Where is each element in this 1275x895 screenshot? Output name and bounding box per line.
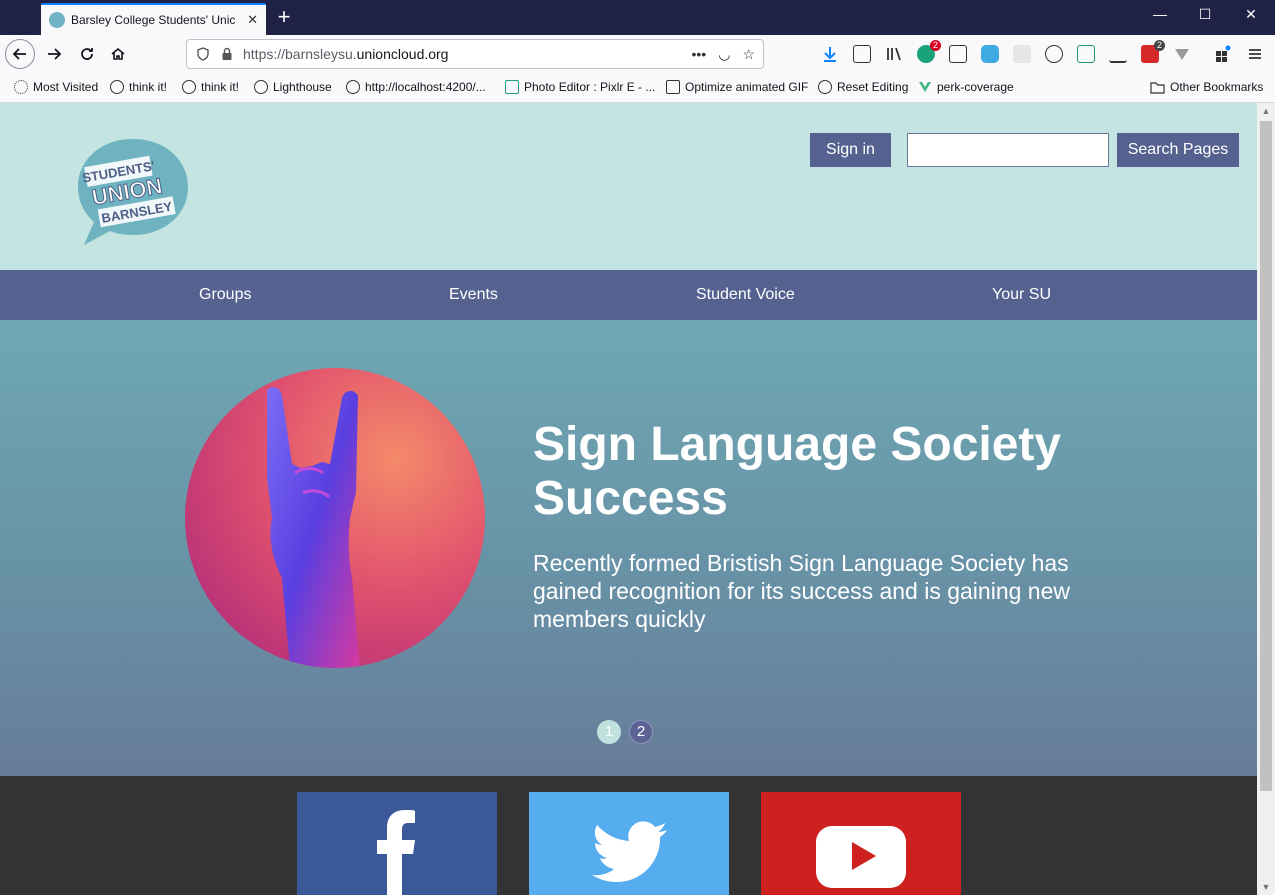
nav-item-student-voice[interactable]: Student Voice [696, 286, 795, 304]
globe-icon [818, 80, 832, 94]
gif-icon [666, 80, 680, 94]
back-button[interactable] [5, 39, 35, 69]
scroll-up-arrow-icon[interactable]: ▲ [1257, 103, 1275, 119]
page-scrollbar[interactable]: ▲ ▼ [1257, 103, 1275, 895]
tab-favicon-icon [49, 12, 65, 28]
scroll-down-arrow-icon[interactable]: ▼ [1257, 879, 1275, 895]
browser-titlebar: Barsley College Students' Unic ✕ + — ☐ ✕ [0, 0, 1275, 35]
extension-badge: 2 [929, 40, 941, 51]
library-icon[interactable] [885, 45, 903, 63]
s-extension-icon[interactable] [1077, 45, 1095, 63]
footer [0, 776, 1257, 895]
chat-extension-icon[interactable] [981, 45, 999, 63]
globe-icon [110, 80, 124, 94]
globe-icon [346, 80, 360, 94]
slide-dot-2[interactable]: 2 [629, 720, 653, 744]
gear-icon [14, 80, 28, 94]
facebook-link[interactable] [297, 792, 497, 895]
bookmark-item[interactable]: Reset Editing [818, 80, 908, 94]
url-domain: unioncloud.org [356, 46, 449, 62]
fence-extension-icon[interactable] [1109, 45, 1127, 63]
browser-toolbar: https://barnsleysu.unioncloud.org ••• ◡ … [0, 35, 1275, 73]
bookmark-star-icon[interactable]: ☆ [742, 46, 755, 63]
minimize-button[interactable]: — [1137, 6, 1183, 22]
youtube-link[interactable] [761, 792, 961, 895]
other-bookmarks[interactable]: Other Bookmarks [1150, 80, 1263, 94]
menu-icon[interactable] [1246, 45, 1264, 63]
students-union-logo[interactable]: STUDENTS' UNION BARNSLEY [74, 135, 192, 247]
bookmark-item[interactable]: Most Visited [14, 80, 98, 94]
search-pages-button[interactable]: Search Pages [1117, 133, 1239, 167]
new-tab-button[interactable]: + [272, 5, 296, 29]
bookmark-item[interactable]: http://localhost:4200/... [346, 80, 486, 94]
site-header: STUDENTS' UNION BARNSLEY Sign in Search … [0, 103, 1257, 270]
reload-button[interactable] [73, 40, 101, 68]
bookmarks-toolbar: Most Visited think it! think it! Lightho… [0, 73, 1275, 103]
tab-title: Barsley College Students' Unic [71, 13, 236, 27]
search-input[interactable] [907, 133, 1109, 167]
home-button[interactable] [104, 40, 132, 68]
reader-icon[interactable] [853, 45, 871, 63]
extensions-icon[interactable] [1214, 45, 1232, 63]
grey-extension-icon[interactable] [1013, 45, 1031, 63]
close-window-button[interactable]: ✕ [1228, 6, 1274, 23]
scroll-thumb[interactable] [1260, 121, 1272, 791]
bookmark-item[interactable]: Lighthouse [254, 80, 332, 94]
main-nav: Groups Events Student Voice Your SU [0, 270, 1257, 320]
url-prefix: https://barnsleysu. [243, 46, 357, 62]
lock-icon[interactable] [219, 46, 235, 62]
nav-item-your-su[interactable]: Your SU [992, 286, 1051, 304]
bookmark-item[interactable]: think it! [110, 80, 167, 94]
folder-icon [1150, 81, 1165, 94]
shield-icon[interactable] [195, 46, 211, 62]
browser-tab[interactable]: Barsley College Students' Unic ✕ [41, 3, 266, 35]
page-viewport: STUDENTS' UNION BARNSLEY Sign in Search … [0, 103, 1257, 895]
page-actions-icon[interactable]: ••• [692, 46, 707, 63]
url-text[interactable]: https://barnsleysu.unioncloud.org [243, 46, 692, 62]
bookmark-item[interactable]: think it! [182, 80, 239, 94]
bookmark-item[interactable]: Optimize animated GIF [666, 80, 808, 94]
twitter-link[interactable] [529, 792, 729, 895]
bookmark-item[interactable]: perk-coverage [918, 80, 1014, 94]
globe-icon [182, 80, 196, 94]
pixlr-icon [505, 80, 519, 94]
red-extension-icon[interactable]: 2 [1141, 40, 1165, 63]
hero-subtitle: Recently formed Bristish Sign Language S… [533, 550, 1070, 632]
nav-item-groups[interactable]: Groups [199, 286, 251, 304]
hero-slider: Sign Language Society Success Recently f… [0, 320, 1257, 776]
v-extension-icon[interactable] [1173, 45, 1191, 63]
face-extension-icon[interactable] [1045, 45, 1063, 63]
rock-hand-icon [267, 387, 360, 668]
address-bar[interactable]: https://barnsleysu.unioncloud.org ••• ◡ … [186, 39, 764, 69]
downloads-icon[interactable] [821, 45, 839, 63]
globe-icon [254, 80, 268, 94]
pocket-icon[interactable]: ◡ [718, 46, 730, 63]
youtube-icon [816, 826, 906, 888]
nav-item-events[interactable]: Events [449, 286, 498, 304]
sidebar-icon[interactable] [949, 45, 967, 63]
hero-image [185, 368, 485, 668]
bookmark-item[interactable]: Photo Editor : Pixlr E - ... [505, 80, 655, 94]
vue-icon [919, 82, 931, 92]
arrow-left-icon [12, 48, 26, 60]
slide-dot-1[interactable]: 1 [597, 720, 621, 744]
arrow-right-icon [48, 48, 62, 60]
twitter-icon [592, 821, 667, 882]
home-icon [111, 47, 125, 60]
reload-icon [81, 48, 93, 60]
forward-button[interactable] [40, 40, 68, 68]
maximize-button[interactable]: ☐ [1182, 6, 1228, 23]
extension-a-icon[interactable]: 2 [917, 40, 941, 63]
extension-badge: 2 [1153, 40, 1165, 51]
hero-title: Sign Language Society Success [533, 418, 1062, 525]
facebook-icon [377, 810, 415, 895]
signin-button[interactable]: Sign in [810, 133, 891, 167]
tab-close-icon[interactable]: ✕ [247, 12, 258, 28]
